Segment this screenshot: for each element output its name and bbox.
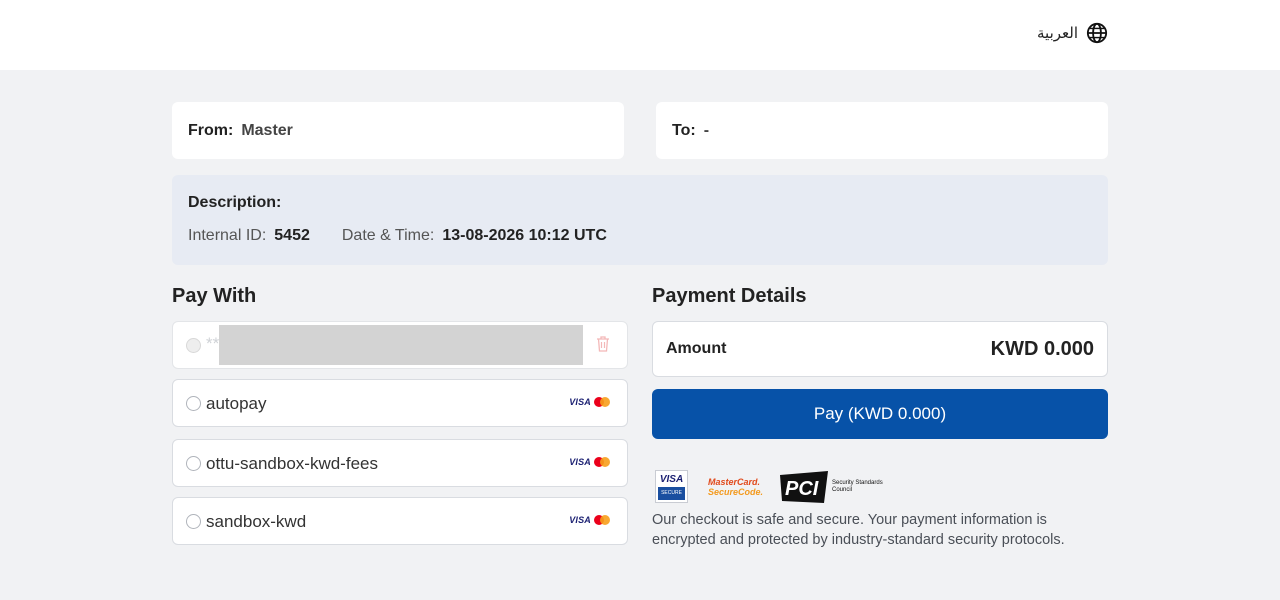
visa-logo: VISA bbox=[569, 515, 591, 525]
description-details: Internal ID: 5452 Date & Time: 13-08-202… bbox=[188, 227, 607, 245]
mastercard-icon bbox=[594, 457, 610, 467]
visa-secure-top: VISA bbox=[659, 474, 684, 485]
description-panel: Description: Internal ID: 5452 Date & Ti… bbox=[172, 175, 1108, 265]
amount-label: Amount bbox=[666, 340, 727, 357]
payment-method-label[interactable]: sandbox-kwd bbox=[206, 512, 306, 532]
saved-card-radio[interactable] bbox=[186, 338, 201, 353]
card-brands: VISA bbox=[569, 515, 610, 525]
payment-method-radio[interactable] bbox=[186, 396, 201, 411]
to-value: - bbox=[703, 122, 710, 139]
payment-method-option[interactable]: ottu-sandbox-kwd-fees VISA bbox=[172, 439, 628, 487]
saved-card-option[interactable]: ** bbox=[172, 321, 628, 369]
mastercard-line1: MasterCard. bbox=[708, 476, 761, 487]
from-value: Master bbox=[241, 122, 293, 139]
from-label: From: bbox=[188, 122, 234, 139]
description-title: Description: bbox=[188, 194, 282, 211]
svg-text:PCI: PCI bbox=[785, 478, 819, 500]
payment-method-radio[interactable] bbox=[186, 456, 201, 471]
pay-with-title: Pay With bbox=[172, 285, 257, 307]
card-brands: VISA bbox=[569, 457, 610, 467]
pci-badge: PCI Security Standards Council bbox=[780, 470, 890, 503]
amount-value: KWD 0.000 bbox=[990, 338, 1094, 360]
visa-logo: VISA bbox=[569, 457, 591, 467]
language-switcher[interactable]: العربية bbox=[1037, 22, 1108, 44]
internal-id-value: 5452 bbox=[274, 227, 310, 244]
trash-icon[interactable] bbox=[595, 335, 611, 353]
mastercard-securecode-badge: MasterCard. SecureCode. bbox=[708, 476, 764, 497]
from-card: From: Master bbox=[172, 102, 624, 159]
redacted-card-details bbox=[219, 325, 583, 365]
payment-method-label[interactable]: ottu-sandbox-kwd-fees bbox=[206, 454, 378, 474]
payment-details-title: Payment Details bbox=[652, 285, 807, 307]
pci-logo-icon: PCI bbox=[780, 470, 828, 503]
internal-id-label: Internal ID: bbox=[188, 227, 267, 244]
card-brands: VISA bbox=[569, 397, 610, 407]
to-card: To: - bbox=[656, 102, 1108, 159]
security-badges: VISA SECURE MasterCard. SecureCode. PCI … bbox=[655, 470, 890, 503]
mastercard-icon bbox=[594, 515, 610, 525]
datetime-label: Date & Time: bbox=[341, 227, 435, 244]
language-label[interactable]: العربية bbox=[1037, 24, 1078, 42]
top-bar: العربية bbox=[0, 0, 1280, 70]
globe-icon[interactable] bbox=[1086, 22, 1108, 44]
visa-secure-badge: VISA SECURE bbox=[655, 470, 688, 503]
to-label: To: bbox=[672, 122, 696, 139]
amount-box: Amount KWD 0.000 bbox=[652, 321, 1108, 377]
visa-secure-bottom: SECURE bbox=[658, 487, 685, 500]
payment-method-radio[interactable] bbox=[186, 514, 201, 529]
payment-method-option[interactable]: sandbox-kwd VISA bbox=[172, 497, 628, 545]
security-message: Our checkout is safe and secure. Your pa… bbox=[652, 512, 1065, 548]
payment-method-option[interactable]: autopay VISA bbox=[172, 379, 628, 427]
mastercard-icon bbox=[594, 397, 610, 407]
visa-logo: VISA bbox=[569, 397, 591, 407]
mastercard-line2: SecureCode. bbox=[708, 486, 764, 497]
masked-card-number: ** bbox=[206, 334, 220, 353]
pci-text: Security Standards Council bbox=[832, 479, 883, 493]
payment-method-label[interactable]: autopay bbox=[206, 394, 267, 414]
datetime-value: 13-08-2026 10:12 UTC bbox=[442, 227, 607, 244]
pay-button[interactable]: Pay (KWD 0.000) bbox=[652, 389, 1108, 439]
